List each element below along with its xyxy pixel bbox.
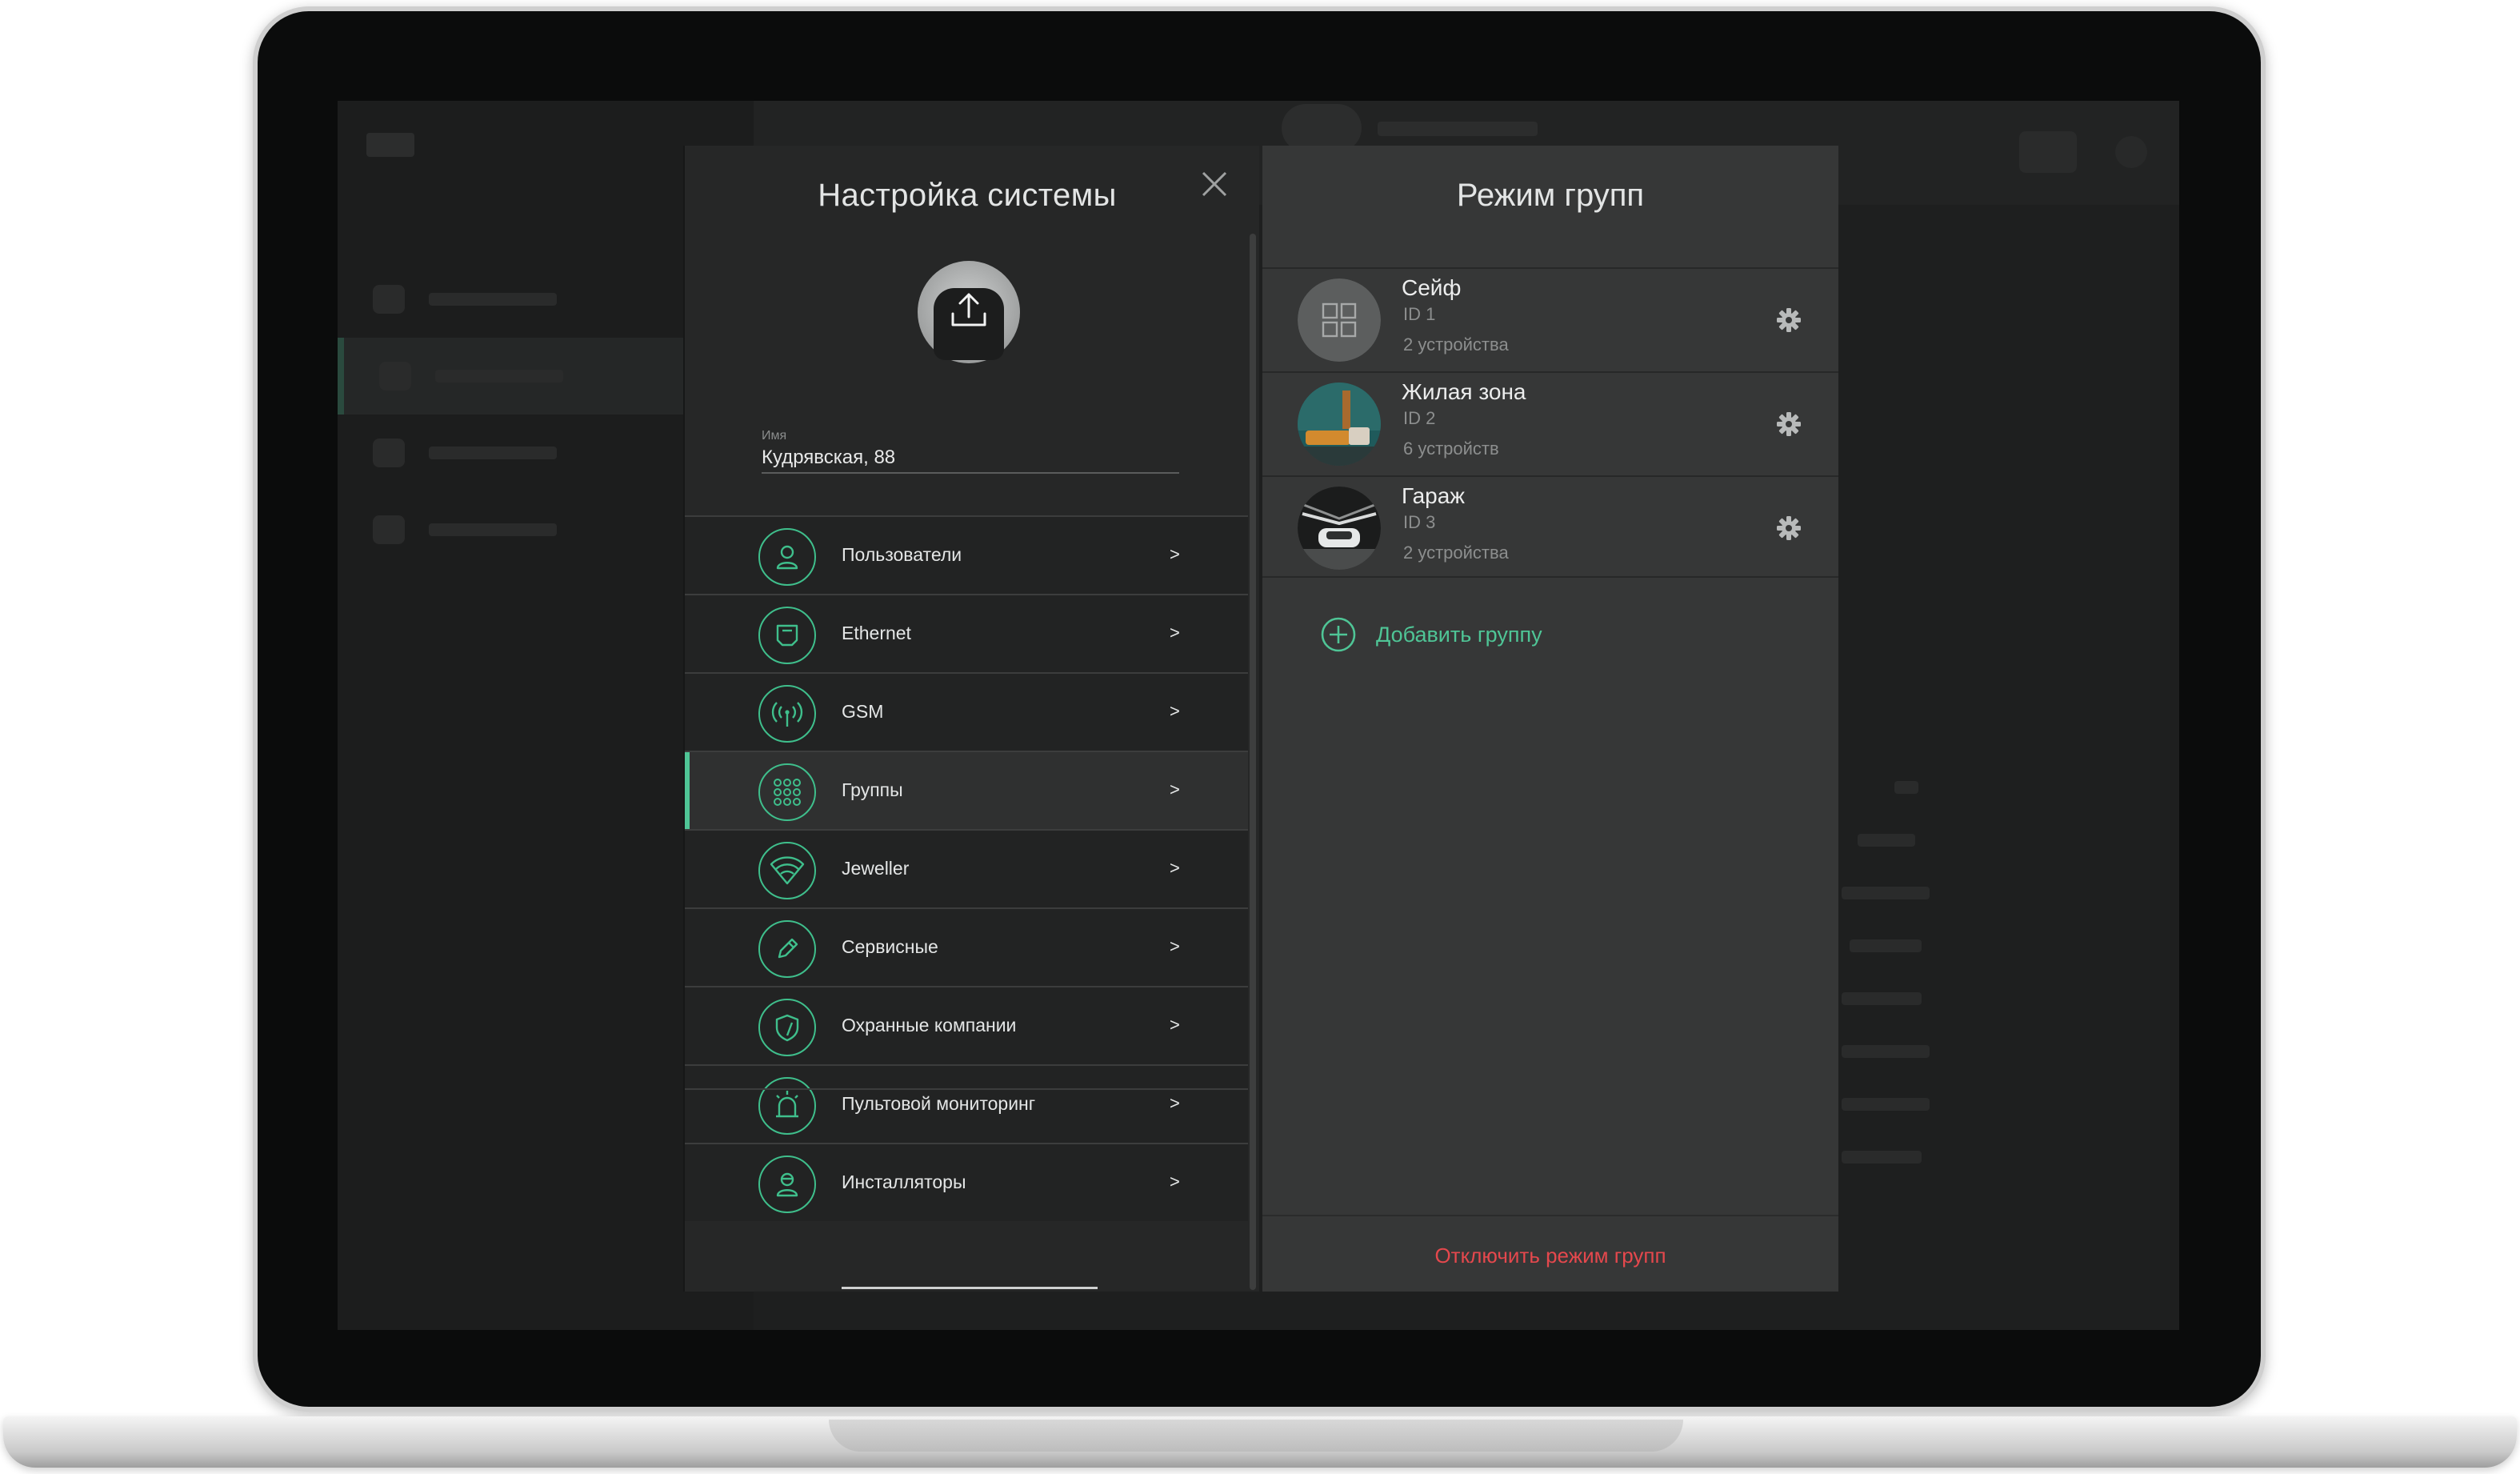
background-text bbox=[1842, 992, 1922, 1005]
laptop-lid: Настройка системы Имя Кудрявская, 88 Пол… bbox=[253, 6, 2266, 1412]
close-button[interactable] bbox=[1195, 165, 1234, 203]
plus-circle-icon bbox=[1321, 617, 1356, 652]
group-row-living-zone[interactable]: Жилая зона ID 2 6 устройств bbox=[1262, 371, 1838, 474]
living-room-photo bbox=[1298, 383, 1381, 466]
background-logo bbox=[366, 133, 414, 157]
chevron-right-icon: > bbox=[1170, 1172, 1180, 1192]
group-avatar bbox=[1298, 487, 1381, 570]
menu-item-label: Ethernet bbox=[842, 623, 911, 643]
ethernet-icon bbox=[758, 607, 816, 664]
group-id: ID 2 bbox=[1403, 408, 1436, 428]
settings-menu: Пользователи > Ethernet > GSM > Группы >… bbox=[685, 515, 1248, 1221]
groups-grid-icon bbox=[758, 763, 816, 821]
installer-icon bbox=[758, 1156, 816, 1213]
upload-icon bbox=[951, 293, 986, 326]
background-text bbox=[1850, 939, 1922, 952]
group-row-garage[interactable]: Гараж ID 3 2 устройства bbox=[1262, 475, 1838, 578]
menu-item-label: Jeweller bbox=[842, 858, 910, 879]
menu-item-label: Группы bbox=[842, 779, 903, 800]
laptop-bezel: Настройка системы Имя Кудрявская, 88 Пол… bbox=[258, 11, 2261, 1407]
hub-name-value: Кудрявская, 88 bbox=[762, 447, 896, 468]
menu-item-service[interactable]: Сервисные > bbox=[685, 907, 1248, 986]
group-name: Жилая зона bbox=[1402, 379, 1526, 404]
group-name: Сейф bbox=[1402, 275, 1462, 300]
menu-item-label: Охранные компании bbox=[842, 1015, 1017, 1035]
chevron-right-icon: > bbox=[1170, 779, 1180, 799]
menu-divider bbox=[685, 1088, 1248, 1090]
add-group-label: Добавить группу bbox=[1376, 623, 1542, 647]
disable-group-mode-button[interactable]: Отключить режим групп bbox=[1262, 1244, 1838, 1268]
groups-title: Режим групп bbox=[1456, 178, 1645, 213]
chevron-right-icon: > bbox=[1170, 544, 1180, 564]
groups-footer-divider bbox=[1262, 1215, 1838, 1216]
group-device-count: 6 устройств bbox=[1403, 439, 1499, 459]
alarm-siren-icon bbox=[758, 1077, 816, 1135]
menu-item-gsm[interactable]: GSM > bbox=[685, 672, 1248, 751]
menu-item-label: GSM bbox=[842, 701, 884, 722]
group-mode-panel: Режим групп Сейф ID 1 2 устройства Жилая… bbox=[1262, 146, 1838, 1292]
gsm-antenna-icon bbox=[758, 685, 816, 743]
background-text bbox=[1842, 1151, 1922, 1164]
gear-icon[interactable] bbox=[1774, 410, 1803, 439]
laptop-trackpad-notch bbox=[829, 1420, 1683, 1452]
group-device-count: 2 устройства bbox=[1403, 543, 1509, 563]
menu-item-ethernet[interactable]: Ethernet > bbox=[685, 594, 1248, 672]
background-text bbox=[1842, 887, 1930, 899]
gear-icon[interactable] bbox=[1774, 514, 1803, 543]
close-icon bbox=[1202, 171, 1227, 197]
background-text bbox=[1842, 1098, 1930, 1111]
home-indicator bbox=[842, 1287, 1098, 1289]
wifi-icon bbox=[758, 842, 816, 899]
menu-item-label: Сервисные bbox=[842, 936, 938, 957]
chevron-right-icon: > bbox=[1170, 1093, 1180, 1113]
settings-scrollbar[interactable] bbox=[1250, 234, 1256, 1290]
menu-item-jeweller[interactable]: Jeweller > bbox=[685, 829, 1248, 907]
user-icon bbox=[758, 528, 816, 586]
group-avatar bbox=[1298, 278, 1381, 362]
garage-photo bbox=[1298, 487, 1381, 570]
group-avatar bbox=[1298, 383, 1381, 466]
chevron-right-icon: > bbox=[1170, 1015, 1180, 1035]
chevron-right-icon: > bbox=[1170, 858, 1180, 878]
menu-item-label: Инсталляторы bbox=[842, 1172, 966, 1192]
group-row-safe[interactable]: Сейф ID 1 2 устройства bbox=[1262, 267, 1838, 370]
pencil-icon bbox=[758, 920, 816, 978]
menu-item-label: Пультовой мониторинг bbox=[842, 1093, 1036, 1114]
group-name: Гараж bbox=[1402, 483, 1466, 508]
gear-icon[interactable] bbox=[1774, 306, 1803, 334]
settings-title: Настройка системы bbox=[818, 178, 1117, 213]
background-text bbox=[1894, 781, 1918, 794]
hub-name-label: Имя bbox=[762, 429, 787, 443]
group-id: ID 3 bbox=[1403, 512, 1436, 532]
menu-item-installers[interactable]: Инсталляторы > bbox=[685, 1143, 1248, 1221]
chevron-right-icon: > bbox=[1170, 936, 1180, 956]
menu-item-security-companies[interactable]: Охранные компании > bbox=[685, 986, 1248, 1064]
group-id: ID 1 bbox=[1403, 304, 1436, 324]
background-text bbox=[1858, 834, 1915, 847]
chevron-right-icon: > bbox=[1170, 623, 1180, 643]
chevron-right-icon: > bbox=[1170, 701, 1180, 721]
menu-item-label: Пользователи bbox=[842, 544, 962, 565]
hub-photo-upload-button[interactable] bbox=[918, 261, 1020, 363]
app-screen: Настройка системы Имя Кудрявская, 88 Пол… bbox=[338, 101, 2179, 1330]
menu-item-monitoring[interactable]: Пультовой мониторинг > bbox=[685, 1064, 1248, 1143]
menu-item-groups[interactable]: Группы > bbox=[685, 751, 1248, 829]
background-text bbox=[1842, 1045, 1930, 1058]
hub-name-field[interactable]: Имя Кудрявская, 88 bbox=[762, 426, 1179, 474]
shield-icon bbox=[758, 999, 816, 1056]
system-settings-panel: Настройка системы Имя Кудрявская, 88 Пол… bbox=[683, 146, 1259, 1292]
group-device-count: 2 устройства bbox=[1403, 334, 1509, 354]
grid-placeholder-icon bbox=[1298, 278, 1381, 362]
menu-item-users[interactable]: Пользователи > bbox=[685, 515, 1248, 594]
